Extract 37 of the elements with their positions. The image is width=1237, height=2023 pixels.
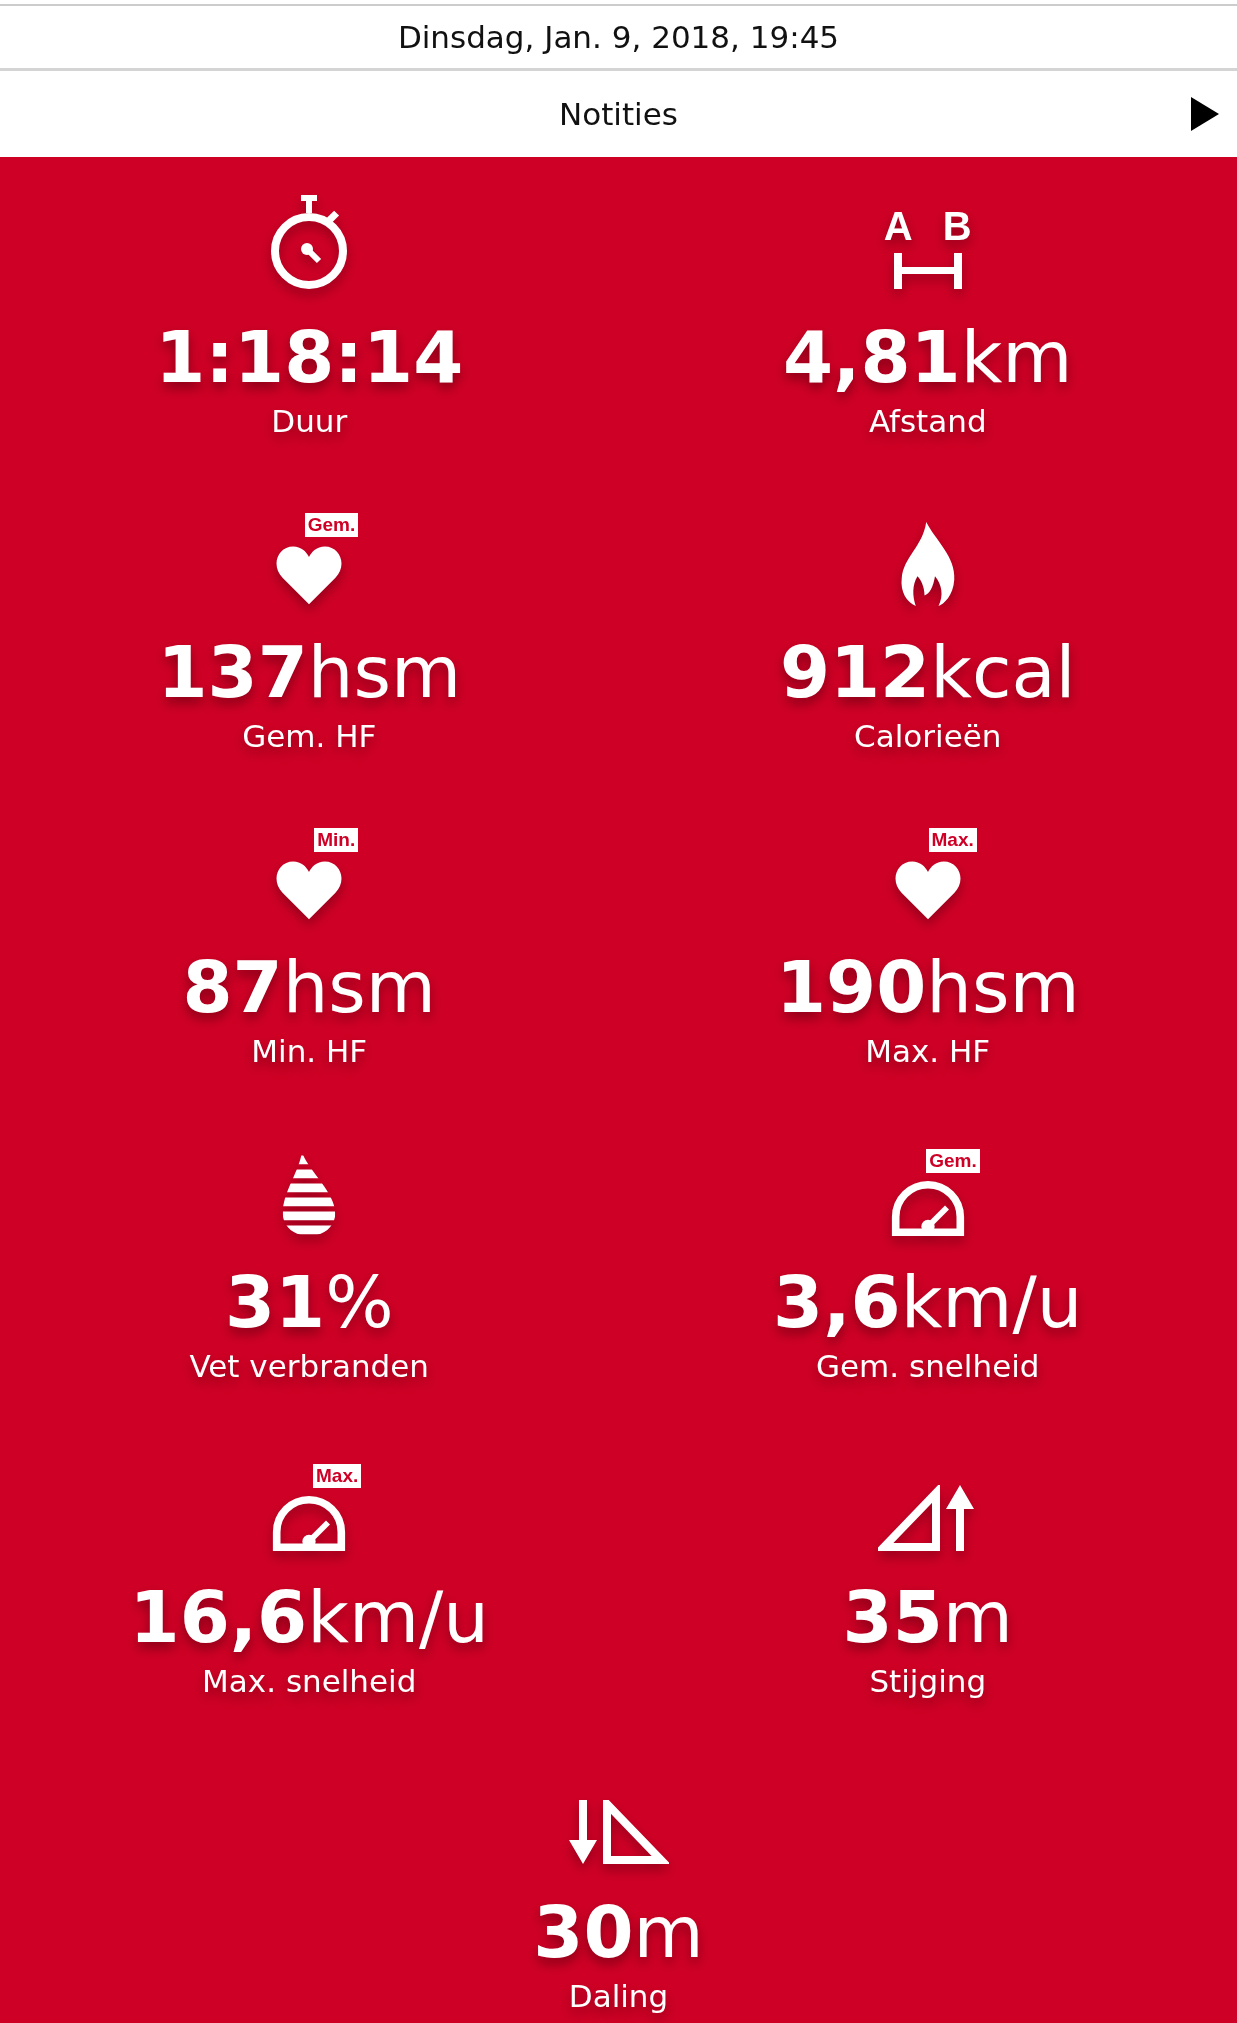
speedometer-icon xyxy=(271,1494,348,1551)
stat-value: 912kcal xyxy=(779,629,1076,716)
date-text: Dinsdag, Jan. 9, 2018, 19:45 xyxy=(397,19,840,55)
speedometer-icon xyxy=(889,1179,966,1236)
descent-icon xyxy=(568,1800,669,1866)
stat-value: 3,6km/u xyxy=(773,1259,1083,1346)
stat-value: 137hsm xyxy=(157,629,462,716)
stat-label: Gem. HF xyxy=(242,717,377,756)
stat-label: Max. snelheid xyxy=(202,1662,417,1701)
stat-label: Calorieën xyxy=(854,717,1002,756)
badge: Gem. xyxy=(926,1149,980,1173)
stat-value: 30m xyxy=(533,1889,704,1976)
stat-label: Stijging xyxy=(869,1662,987,1701)
badge: Min. xyxy=(314,828,359,852)
stat-value: 31% xyxy=(224,1259,394,1346)
stat-label: Vet verbranden xyxy=(189,1347,429,1386)
stat-label: Duur xyxy=(271,402,348,441)
flame-icon xyxy=(899,522,956,606)
point-letter: A xyxy=(883,205,913,247)
stat-label: Afstand xyxy=(868,402,987,441)
badge: Gem. xyxy=(304,513,359,537)
point-letter: B xyxy=(942,205,972,247)
stat-label: Gem. snelheid xyxy=(816,1347,1040,1386)
stat-value: 87hsm xyxy=(182,944,436,1031)
stat-value: 4,81km xyxy=(783,314,1073,401)
stat-label: Max. HF xyxy=(865,1032,991,1071)
stat-label: Min. HF xyxy=(251,1032,368,1071)
notes-label: Notities xyxy=(559,96,678,132)
stat-value: 1:18:14 xyxy=(155,314,464,401)
stat-value: 35m xyxy=(842,1574,1013,1661)
stat-value: 16,6km/u xyxy=(129,1574,489,1661)
play-arrow-icon[interactable] xyxy=(1191,97,1219,131)
stat-value: 190hsm xyxy=(775,944,1080,1031)
badge: Max. xyxy=(928,828,977,852)
stopwatch-icon xyxy=(269,195,350,291)
stat-label: Daling xyxy=(568,1977,669,2016)
badge: Max. xyxy=(313,1464,362,1488)
